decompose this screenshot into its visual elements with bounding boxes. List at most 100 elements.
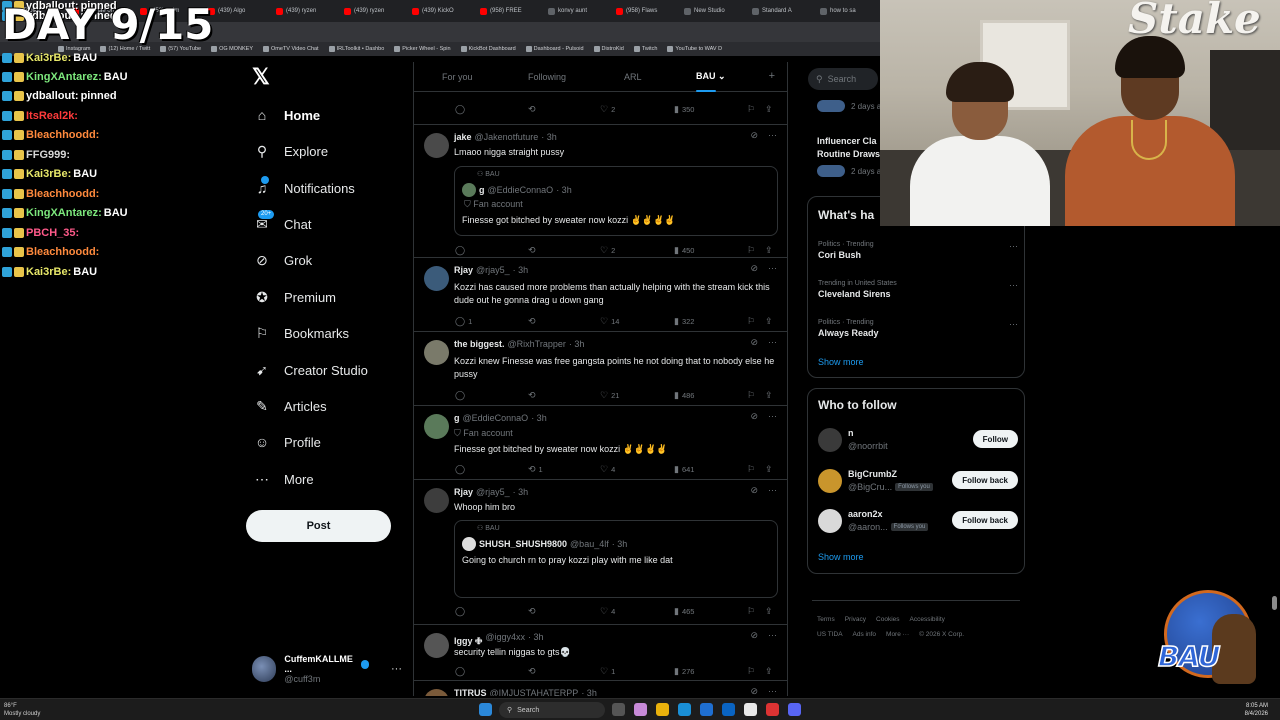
footer-link[interactable]: More ···: [886, 631, 909, 638]
views-button[interactable]: ▮ 276: [674, 666, 694, 677]
bookmark-button[interactable]: ⚐: [747, 666, 755, 677]
tweet[interactable]: TITRUS @IMJUSTAHATERPP · 3h ⊘ ···: [414, 681, 787, 696]
views-button[interactable]: ▮ 450: [674, 245, 694, 256]
tweet[interactable]: ◯ ⟲ ♡ 2 ▮ 350 ⚐ ⇪: [414, 92, 787, 125]
share-button[interactable]: ⇪: [765, 606, 773, 617]
avatar[interactable]: [424, 689, 449, 696]
footer-link[interactable]: Ads info: [853, 631, 877, 638]
repost-button[interactable]: ⟲: [528, 666, 539, 677]
task-view-icon[interactable]: [612, 703, 625, 716]
repost-button[interactable]: ⟲ 1: [528, 464, 543, 475]
like-button[interactable]: ♡ 2: [600, 245, 615, 256]
grok-icon[interactable]: ⊘: [750, 686, 758, 696]
trends-show-more-link[interactable]: Show more: [818, 357, 864, 367]
repost-button[interactable]: ⟲: [528, 245, 539, 256]
bookmark-item[interactable]: Dashboard - Pulsoid: [525, 46, 584, 52]
tweet[interactable]: Rjay @rjay5_ · 3h ⊘ ··· Kozzi has caused more…: [414, 258, 787, 332]
bookmark-item[interactable]: Twitch: [633, 46, 657, 52]
more-icon[interactable]: ···: [1009, 319, 1018, 329]
weather-widget[interactable]: 86°F Mostly cloudy: [4, 702, 40, 718]
bookmark-button[interactable]: ⚐: [747, 464, 755, 475]
tweet-timestamp[interactable]: · 3h: [569, 339, 585, 349]
tweet-author-handle[interactable]: @rjay5_: [476, 487, 510, 497]
tweet-author-name[interactable]: Rjay: [454, 487, 473, 497]
follow-back-button[interactable]: Follow back: [952, 471, 1018, 489]
more-icon[interactable]: ···: [768, 686, 777, 696]
tweet-author-handle[interactable]: @RixhTrapper: [508, 339, 566, 349]
avatar[interactable]: [818, 469, 842, 493]
tab-bau[interactable]: BAU ⌄: [696, 71, 726, 92]
like-button[interactable]: ♡ 4: [600, 464, 615, 475]
page-scrollbar[interactable]: [1272, 596, 1277, 610]
nav-item-explore[interactable]: ⚲ Explore: [254, 137, 328, 165]
reply-button[interactable]: ◯: [455, 104, 468, 115]
repost-button[interactable]: ⟲: [528, 104, 539, 115]
browser-tab[interactable]: (439) ryzen: [340, 2, 408, 20]
bookmark-item[interactable]: KickBot Dashboard: [460, 46, 516, 52]
follow-suggestion-name[interactable]: BigCrumbZ: [848, 469, 897, 479]
views-button[interactable]: ▮ 350: [674, 104, 694, 115]
trend-item[interactable]: Trending in United States Cleveland Siren…: [818, 280, 1018, 299]
avatar[interactable]: [424, 633, 449, 658]
bookmark-button[interactable]: ⚐: [747, 245, 755, 256]
like-button[interactable]: ♡ 2: [600, 104, 615, 115]
account-switcher[interactable]: CuffemKALLME ... @cuff3m ···: [252, 654, 402, 684]
avatar[interactable]: [424, 266, 449, 291]
grok-icon[interactable]: ⊘: [750, 485, 758, 496]
footer-link[interactable]: Privacy: [845, 616, 866, 623]
avatar[interactable]: [424, 414, 449, 439]
add-tab-icon[interactable]: +: [769, 70, 775, 82]
chrome-icon[interactable]: [744, 703, 757, 716]
tab-following[interactable]: Following: [528, 72, 566, 82]
tweet-timestamp[interactable]: · 3h: [581, 688, 597, 696]
views-button[interactable]: ▮ 465: [674, 606, 694, 617]
quoted-tweet[interactable]: ⚇ BAU g @EddieConnaO · 3h ⛉ Fan account Fines…: [454, 166, 778, 236]
trend-item[interactable]: Politics · Trending Always Ready ···: [818, 319, 1018, 338]
bookmark-button[interactable]: ⚐: [747, 390, 755, 401]
more-icon[interactable]: ···: [768, 630, 777, 641]
tweet-author-name[interactable]: jake: [454, 132, 472, 142]
tweet-author-name[interactable]: TITRUS: [454, 688, 487, 696]
bookmark-item[interactable]: OmeTV Video Chat: [263, 46, 319, 52]
trend-item[interactable]: Politics · Trending Cori Bush ···: [818, 241, 1018, 260]
nav-item-premium[interactable]: ✪ Premium: [254, 283, 336, 311]
browser-tab[interactable]: (439) Algo: [204, 2, 272, 20]
tweet-author-name[interactable]: Rjay: [454, 265, 473, 275]
avatar[interactable]: [424, 340, 449, 365]
share-button[interactable]: ⇪: [765, 666, 773, 677]
browser-tab[interactable]: (439) ryzen: [272, 2, 340, 20]
views-button[interactable]: ▮ 486: [674, 390, 694, 401]
tweet-author-name[interactable]: the biggest.: [454, 339, 505, 349]
follow-back-button[interactable]: Follow back: [952, 511, 1018, 529]
tweet[interactable]: jake @Jakenotfuture · 3h ⊘ ··· Lmaoo nigga st…: [414, 125, 787, 258]
nav-item-articles[interactable]: ✎ Articles: [254, 392, 327, 420]
share-button[interactable]: ⇪: [765, 390, 773, 401]
browser-tab[interactable]: (958) Flaws: [612, 2, 680, 20]
nav-item-grok[interactable]: ⊘ Grok: [254, 246, 312, 274]
more-icon[interactable]: ···: [768, 337, 777, 348]
grok-icon[interactable]: ⊘: [750, 630, 758, 641]
share-button[interactable]: ⇪: [765, 245, 773, 256]
bookmark-button[interactable]: ⚐: [747, 316, 755, 327]
tweet-author-handle[interactable]: @rjay5_: [476, 265, 510, 275]
browser-tab[interactable]: (439) KickO: [408, 2, 476, 20]
tweet[interactable]: g @EddieConnaO · 3h ⊘ ··· ⛉ Fan account Finess…: [414, 406, 787, 480]
nav-item-bookmarks[interactable]: ⚐ Bookmarks: [254, 319, 349, 347]
who-to-follow-item[interactable]: n @noorrbit Follow: [818, 426, 1018, 454]
bookmark-button[interactable]: ⚐: [747, 606, 755, 617]
share-button[interactable]: ⇪: [765, 316, 773, 327]
who-to-follow-item[interactable]: aaron2x @aaron... Follows you Follow back: [818, 507, 1018, 535]
follow-suggestion-name[interactable]: n: [848, 428, 854, 438]
reply-button[interactable]: ◯ 1: [455, 316, 472, 327]
bookmark-item[interactable]: OG MONKEY: [211, 46, 253, 52]
views-button[interactable]: ▮ 641: [674, 464, 694, 475]
file-explorer-icon[interactable]: [656, 703, 669, 716]
footer-link[interactable]: Terms: [817, 616, 835, 623]
nav-item-notifications[interactable]: ♫ Notifications: [254, 174, 355, 202]
more-icon[interactable]: ···: [768, 130, 777, 141]
nav-item-more[interactable]: ⋯ More: [254, 465, 314, 493]
tweet-author-handle[interactable]: @IMJUSTAHATERPP: [490, 688, 579, 696]
tweet[interactable]: Rjay @rjay5_ · 3h ⊘ ··· Whoop him bro ⚇ BAU SHU…: [414, 480, 787, 625]
like-button[interactable]: ♡ 4: [600, 606, 615, 617]
avatar[interactable]: [424, 488, 449, 513]
